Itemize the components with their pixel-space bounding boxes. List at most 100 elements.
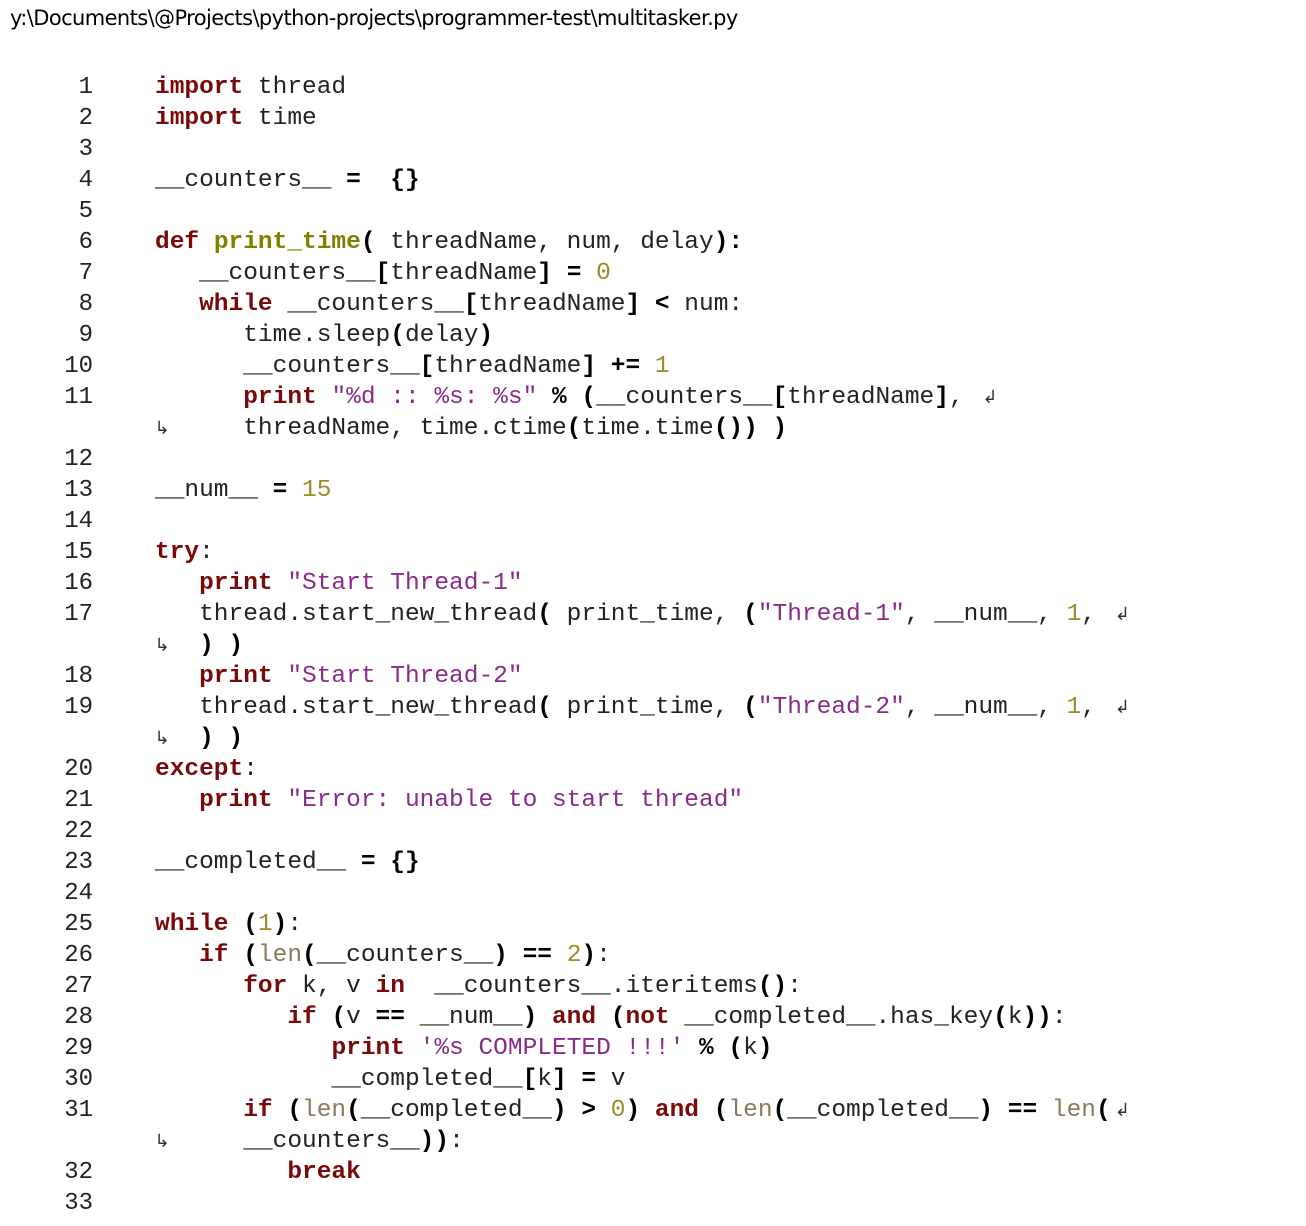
code-text: if (len(__completed__) > 0) and (len(__c…	[155, 1095, 1130, 1126]
code-text: import time	[155, 103, 317, 134]
operator: [	[375, 260, 391, 287]
code-text: :	[243, 756, 258, 783]
operator: (	[566, 415, 582, 442]
code-line: 27 for k, v in __counters__.iteritems():	[0, 971, 1306, 1002]
code-text: __counters__	[155, 260, 376, 287]
operator: )	[625, 1097, 641, 1124]
line-number: 21	[64, 787, 93, 814]
line-number: 1	[78, 74, 93, 101]
operator: %	[699, 1035, 714, 1062]
operator: (	[537, 601, 552, 628]
code-line: 3	[0, 134, 1306, 165]
code-text: __completed__.has_key	[669, 1004, 994, 1031]
code-text: thread.start_new_thread	[155, 694, 538, 721]
operator: )	[743, 415, 758, 442]
code-text: __counters__[threadName] += 1	[155, 351, 669, 382]
string-literal: '%s COMPLETED !!!'	[419, 1035, 685, 1062]
operator: (	[331, 1004, 347, 1031]
operator: ):	[713, 229, 744, 256]
operator: [	[419, 353, 435, 380]
code-text: thread.start_new_thread	[155, 601, 538, 628]
code-text: if (len(__counters__) == 2):	[155, 940, 611, 971]
operator: (	[390, 322, 405, 349]
line-number: 16	[64, 570, 93, 597]
keyword: import	[155, 105, 244, 132]
code-text: print_time,	[551, 601, 744, 628]
keyword: print	[199, 663, 273, 690]
keyword: while	[199, 291, 273, 318]
code-line: 9 time.sleep(delay)	[0, 320, 1306, 351]
operator: )	[228, 632, 244, 659]
operator: [	[772, 384, 788, 411]
code-text: k, v	[287, 973, 376, 1000]
code-text: __num__	[155, 477, 273, 504]
code-line: 12	[0, 444, 1306, 475]
keyword: and	[654, 1097, 700, 1124]
operator: )	[772, 415, 788, 442]
code-text: threadName, time.ctime(time.time()) )	[155, 413, 787, 444]
operator: (	[772, 1097, 788, 1124]
code-text: :	[1051, 1004, 1067, 1031]
string-literal: "%d :: %s: %s"	[331, 384, 538, 411]
code-line: 2 import time	[0, 103, 1306, 134]
operator: ]	[537, 260, 552, 287]
code-text: __counters__	[316, 942, 494, 969]
code-text: print "Error: unable to start thread"	[155, 785, 743, 816]
code-text: __counters__	[596, 384, 773, 411]
operator: =	[272, 477, 288, 504]
code-line: 11 print "%d :: %s: %s" % (__counters__[…	[0, 382, 1306, 413]
operator: (	[743, 694, 758, 721]
operator: (	[581, 384, 597, 411]
operator: ]	[934, 384, 949, 411]
line-number: 7	[78, 260, 93, 287]
code-text: __completed__	[360, 1097, 552, 1124]
keyword: if	[199, 942, 229, 969]
code-text: if (v == __num__) and (not __completed__…	[155, 1002, 1067, 1033]
builtin: len	[257, 942, 303, 969]
code-line: 20 except:	[0, 754, 1306, 785]
operator: >	[581, 1097, 597, 1124]
line-number: 10	[64, 353, 93, 380]
operator: (	[743, 601, 758, 628]
operator: =	[346, 167, 361, 194]
code-text: print '%s COMPLETED !!!' % (k)	[155, 1033, 772, 1064]
code-line-continuation: ↳ ) )	[0, 630, 1306, 661]
code-text: threadName, time.ctime	[155, 415, 567, 442]
number-literal: 15	[302, 477, 332, 504]
code-text: threadName, num, delay	[375, 229, 714, 256]
function-name: print_time	[213, 229, 361, 256]
operator: )	[478, 322, 494, 349]
code-line: 13 __num__ = 15	[0, 475, 1306, 506]
keyword: in	[375, 973, 405, 1000]
line-number: 27	[64, 973, 93, 1000]
operator: ()	[757, 973, 788, 1000]
operator: ]	[551, 1066, 567, 1093]
builtin: len	[1051, 1097, 1096, 1124]
line-number: 28	[64, 1004, 93, 1031]
operator: {}	[390, 849, 420, 876]
keyword: def	[155, 229, 200, 256]
line-number: 9	[78, 322, 93, 349]
keyword: except	[155, 756, 244, 783]
line-number: 13	[64, 477, 93, 504]
number-literal: 1	[257, 911, 273, 938]
operator: )	[551, 1097, 567, 1124]
code-text: __num__ = 15	[155, 475, 331, 506]
code-text: for k, v in __counters__.iteritems():	[155, 971, 802, 1002]
line-wrap-arrow-icon: ↲	[1114, 697, 1130, 718]
